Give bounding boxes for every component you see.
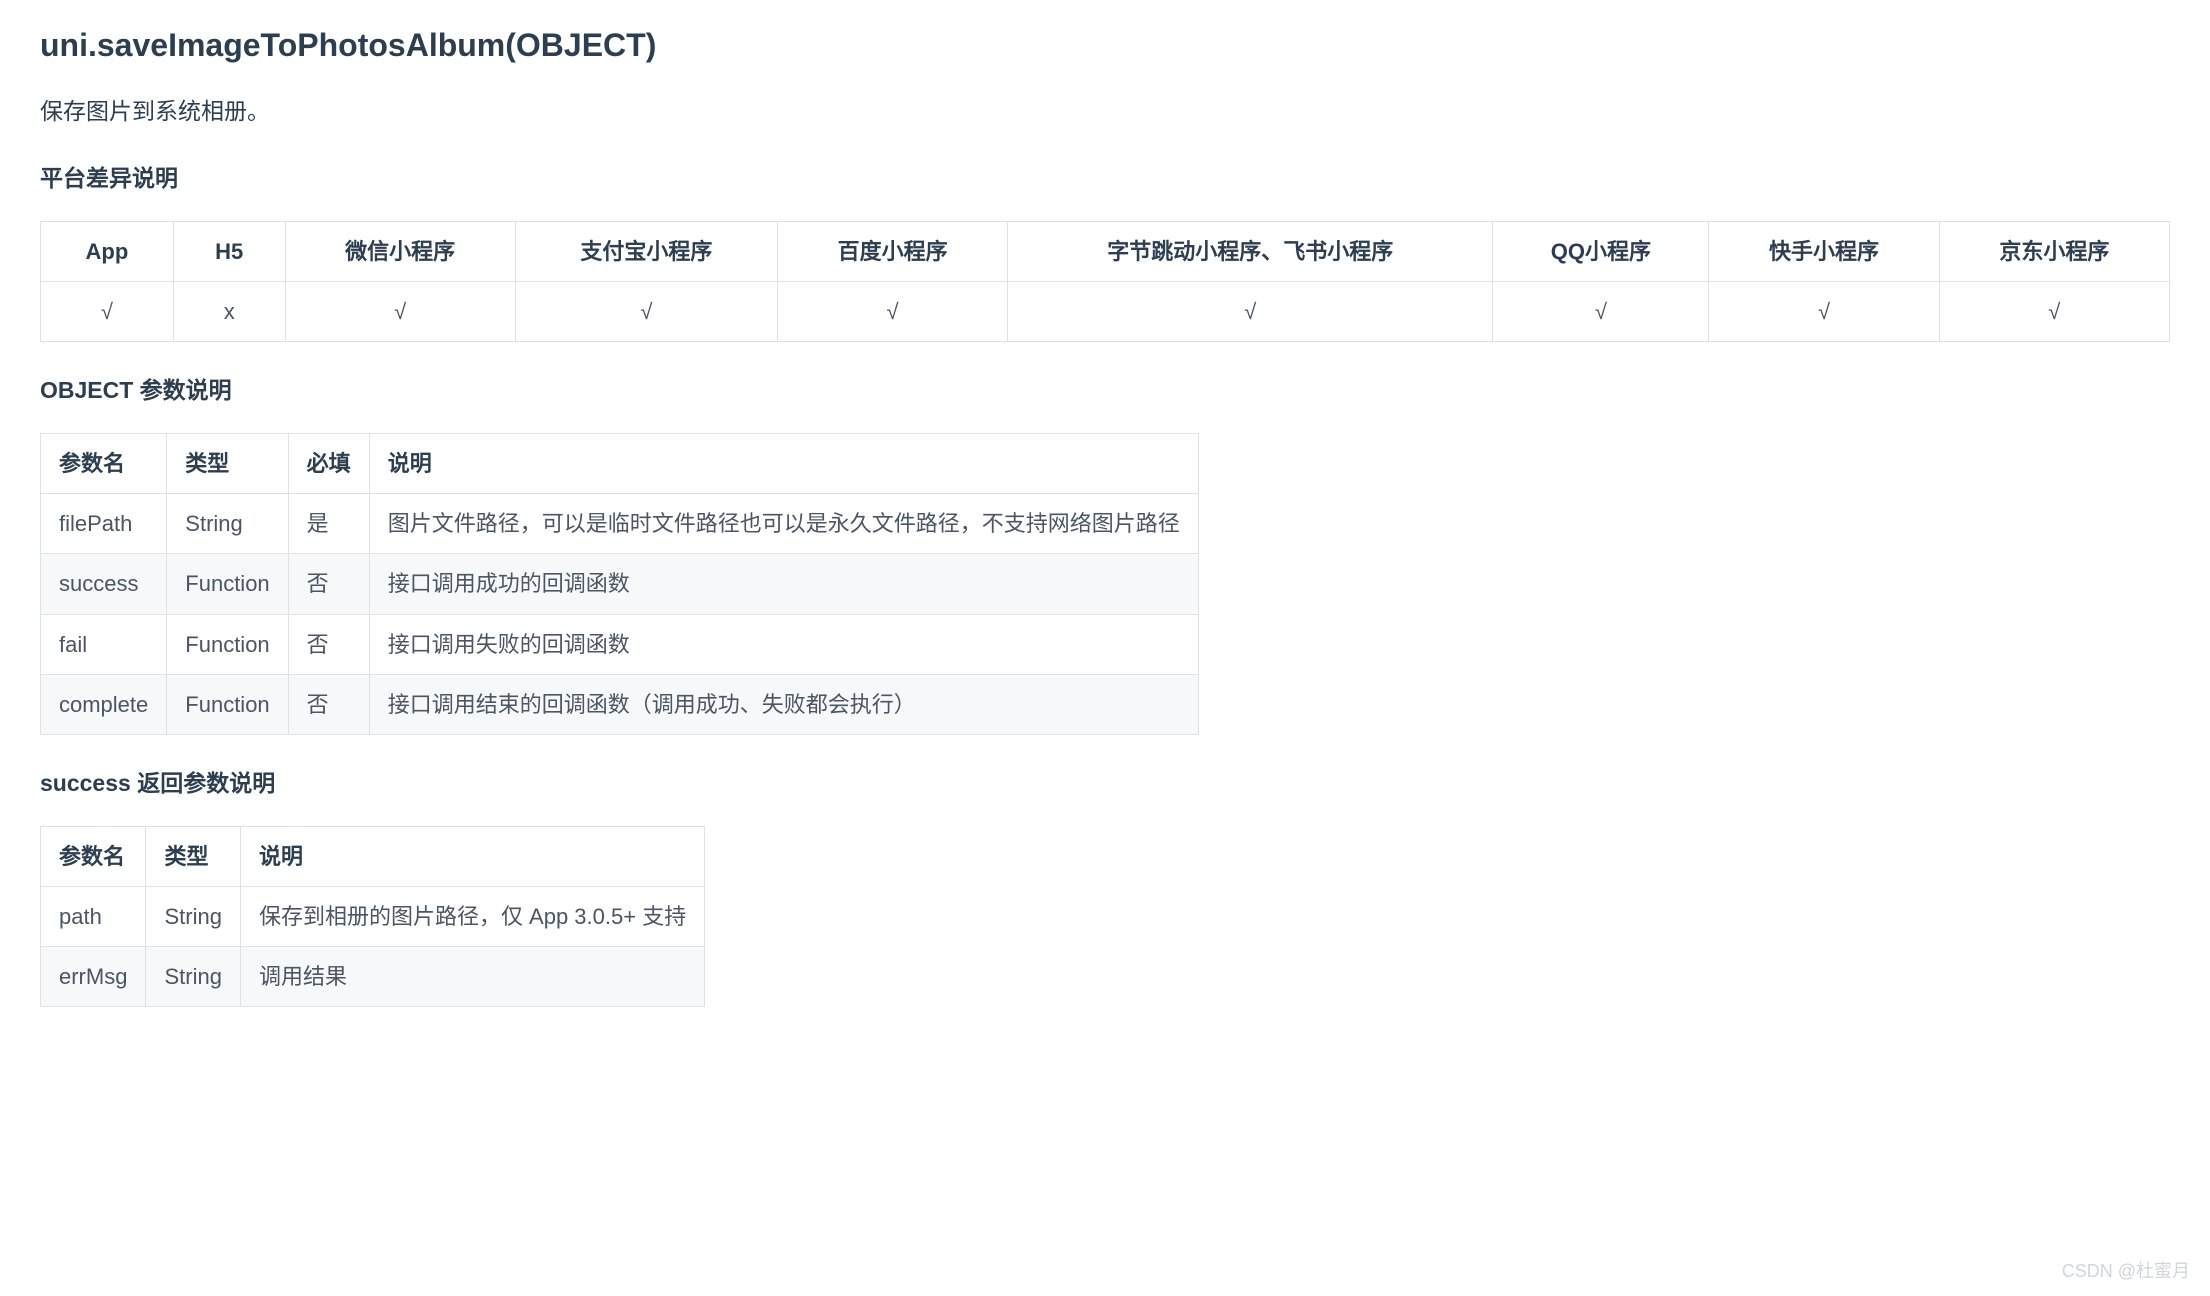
table-cell: fail (41, 614, 167, 674)
section-success-return: success 返回参数说明 (40, 765, 2170, 802)
table-cell: √ (1493, 281, 1709, 341)
table-row: √ x √ √ √ √ √ √ √ (41, 281, 2170, 341)
table-cell: complete (41, 674, 167, 734)
table-cell: √ (777, 281, 1007, 341)
table-cell: 保存到相册的图片路径，仅 App 3.0.5+ 支持 (240, 886, 704, 946)
table-cell: x (173, 281, 285, 341)
platform-support-table: App H5 微信小程序 支付宝小程序 百度小程序 字节跳动小程序、飞书小程序 … (40, 221, 2170, 342)
table-header: 必填 (288, 433, 369, 493)
table-cell: Function (167, 554, 288, 614)
table-cell: Function (167, 674, 288, 734)
table-header: 参数名 (41, 433, 167, 493)
table-header: 百度小程序 (777, 221, 1007, 281)
section-object-params: OBJECT 参数说明 (40, 372, 2170, 409)
table-header: 说明 (369, 433, 1198, 493)
table-cell: √ (41, 281, 174, 341)
table-header: 参数名 (41, 826, 146, 886)
table-row: errMsg String 调用结果 (41, 947, 705, 1007)
table-cell: success (41, 554, 167, 614)
table-cell: String (146, 886, 240, 946)
object-params-table: 参数名 类型 必填 说明 filePath String 是 图片文件路径，可以… (40, 433, 1199, 735)
table-header: 说明 (240, 826, 704, 886)
table-cell: √ (1008, 281, 1493, 341)
api-title: uni.saveImageToPhotosAlbum(OBJECT) (40, 20, 2170, 71)
table-header: 支付宝小程序 (515, 221, 777, 281)
table-cell: path (41, 886, 146, 946)
section-platform-diff: 平台差异说明 (40, 160, 2170, 197)
table-cell: √ (515, 281, 777, 341)
table-row: filePath String 是 图片文件路径，可以是临时文件路径也可以是永久… (41, 494, 1199, 554)
table-header: 微信小程序 (285, 221, 515, 281)
table-header: H5 (173, 221, 285, 281)
watermark: CSDN @杜蜜月 (2062, 1257, 2190, 1286)
table-header: 快手小程序 (1709, 221, 1939, 281)
table-cell: 接口调用失败的回调函数 (369, 614, 1198, 674)
table-cell: 否 (288, 674, 369, 734)
table-header: App (41, 221, 174, 281)
table-cell: filePath (41, 494, 167, 554)
table-cell: 否 (288, 554, 369, 614)
table-header: 字节跳动小程序、飞书小程序 (1008, 221, 1493, 281)
table-header: 类型 (146, 826, 240, 886)
table-header: 类型 (167, 433, 288, 493)
table-cell: √ (285, 281, 515, 341)
table-cell: 接口调用结束的回调函数（调用成功、失败都会执行） (369, 674, 1198, 734)
table-cell: Function (167, 614, 288, 674)
table-cell: String (167, 494, 288, 554)
table-header: 京东小程序 (1939, 221, 2169, 281)
table-row: complete Function 否 接口调用结束的回调函数（调用成功、失败都… (41, 674, 1199, 734)
api-description: 保存图片到系统相册。 (40, 93, 2170, 130)
table-header: QQ小程序 (1493, 221, 1709, 281)
table-cell: √ (1939, 281, 2169, 341)
table-cell: 调用结果 (240, 947, 704, 1007)
success-return-table: 参数名 类型 说明 path String 保存到相册的图片路径，仅 App 3… (40, 826, 705, 1008)
table-row: success Function 否 接口调用成功的回调函数 (41, 554, 1199, 614)
table-row: path String 保存到相册的图片路径，仅 App 3.0.5+ 支持 (41, 886, 705, 946)
table-cell: 否 (288, 614, 369, 674)
table-cell: 是 (288, 494, 369, 554)
table-cell: 图片文件路径，可以是临时文件路径也可以是永久文件路径，不支持网络图片路径 (369, 494, 1198, 554)
table-cell: String (146, 947, 240, 1007)
table-cell: 接口调用成功的回调函数 (369, 554, 1198, 614)
table-row: fail Function 否 接口调用失败的回调函数 (41, 614, 1199, 674)
table-cell: errMsg (41, 947, 146, 1007)
table-cell: √ (1709, 281, 1939, 341)
